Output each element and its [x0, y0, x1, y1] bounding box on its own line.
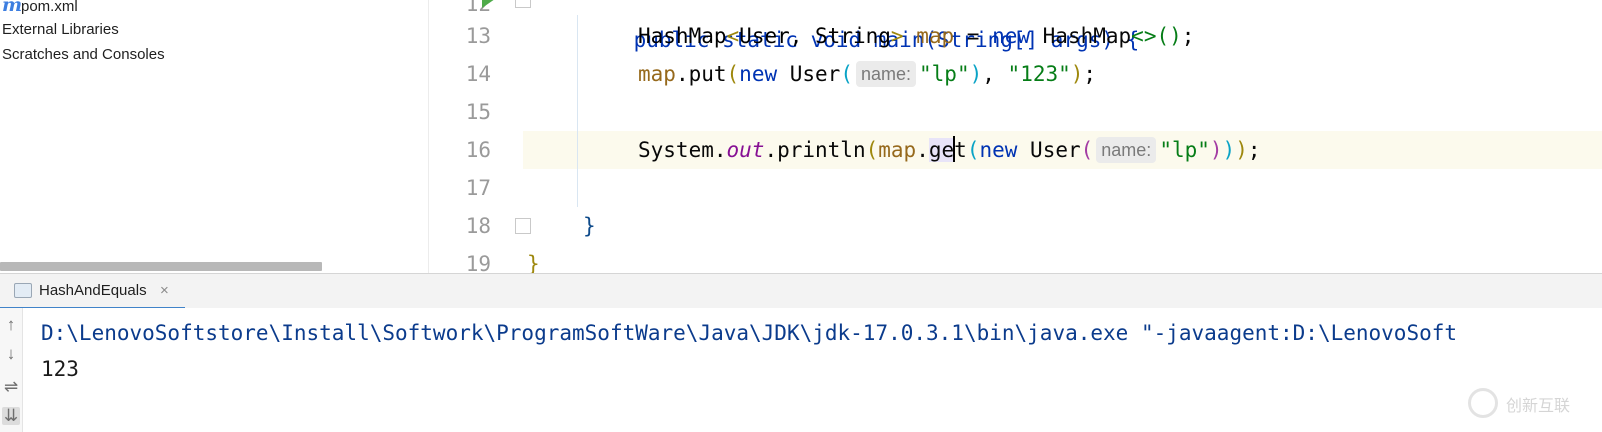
code-token: map — [638, 62, 676, 86]
watermark: 创新互联 — [1468, 386, 1598, 420]
code-token: ) — [1209, 138, 1223, 162]
code-token: , — [982, 62, 1008, 86]
code-token: User — [1017, 138, 1081, 162]
line-number: 16 — [465, 138, 491, 162]
line-number: 17 — [465, 176, 491, 200]
code-token: ) — [1235, 138, 1248, 162]
run-gutter-icon[interactable] — [482, 0, 495, 8]
watermark-logo-icon — [1468, 388, 1498, 418]
horizontal-scrollbar[interactable] — [0, 262, 322, 271]
console-command-line: D:\LenovoSoftstore\Install\Softwork\Prog… — [41, 321, 1458, 345]
tree-item-label: External Libraries — [2, 21, 119, 38]
code-token: ge — [928, 138, 955, 162]
scroll-to-end-icon[interactable]: ⇊ — [2, 407, 20, 425]
code-token: < — [726, 24, 740, 48]
run-toolbar: ↑ ↓ ⇌ ⇊ — [0, 308, 23, 432]
code-token: ) — [969, 62, 983, 86]
console-program-output: 123 — [41, 357, 79, 381]
code-token: "123" — [1007, 62, 1071, 86]
code-token: ( — [966, 138, 980, 162]
code-token: ( — [1080, 138, 1094, 162]
code-token: new — [739, 62, 778, 86]
code-token: HashMap — [1030, 24, 1132, 48]
line-number: 18 — [465, 214, 491, 238]
code-token: ( — [865, 138, 879, 162]
code-token: .println — [764, 138, 866, 162]
arrow-up-icon[interactable]: ↑ — [2, 316, 20, 334]
close-icon[interactable]: × — [160, 274, 169, 307]
tree-item-external-libraries[interactable]: External Libraries — [2, 19, 119, 41]
code-line-14: map.put(new User(name: "lp"), "123"); — [523, 55, 1602, 93]
arrow-down-icon[interactable]: ↓ — [2, 345, 20, 363]
line-number: 19 — [465, 252, 491, 273]
tree-item-label: pom.xml — [21, 0, 78, 15]
code-token: } — [527, 252, 540, 273]
code-token: ( — [726, 62, 740, 86]
code-line-13: HashMap<User, String> map = new HashMap<… — [523, 17, 1602, 55]
code-token: HashMap — [638, 24, 727, 48]
code-token: System. — [638, 138, 727, 162]
code-token: <> — [1131, 24, 1157, 48]
code-token: new — [992, 24, 1031, 48]
code-token: () — [1156, 24, 1182, 48]
code-token: ; — [1083, 62, 1097, 86]
code-token: > — [890, 24, 904, 48]
maven-icon: m — [2, 0, 23, 16]
code-token: User — [777, 62, 841, 86]
tab-hash-and-equals[interactable]: HashAndEquals × — [0, 274, 185, 310]
tree-item-scratches-and-consoles[interactable]: Scratches and Consoles — [2, 44, 165, 66]
line-number: 15 — [465, 100, 491, 124]
parameter-hint: name: — [1096, 137, 1157, 163]
code-token: = — [954, 24, 993, 48]
code-token: ; — [1181, 24, 1195, 48]
code-token: User, String — [739, 24, 891, 48]
code-token: ; — [1247, 138, 1261, 162]
code-line-18: } — [523, 207, 1602, 245]
code-editor[interactable]: 12 13 14 15 16 17 18 19 public static vo… — [429, 0, 1602, 273]
console-icon — [14, 283, 32, 298]
tree-item-pom-xml[interactable]: mpom.xml — [2, 0, 78, 16]
editor-gutter: 12 13 14 15 16 17 18 19 — [429, 0, 531, 273]
code-token: ) — [1070, 62, 1084, 86]
tab-label: HashAndEquals — [39, 282, 147, 299]
code-token: ) — [1222, 138, 1236, 162]
code-token: new — [979, 138, 1018, 162]
soft-wrap-icon[interactable]: ⇌ — [2, 378, 20, 396]
tree-item-label: Scratches and Consoles — [2, 46, 165, 63]
project-tree: mpom.xml External Libraries Scratches an… — [0, 0, 428, 273]
code-token: } — [583, 214, 596, 238]
console-output[interactable]: D:\LenovoSoftstore\Install\Softwork\Prog… — [23, 308, 1602, 432]
code-token: . — [916, 138, 929, 162]
code-token: map — [916, 24, 955, 48]
code-line-19: } — [523, 245, 1602, 273]
watermark-text: 创新互联 — [1506, 398, 1571, 415]
code-token: "lp" — [1159, 138, 1210, 162]
line-number: 14 — [465, 62, 491, 86]
line-number: 13 — [465, 24, 491, 48]
code-token: "lp" — [919, 62, 970, 86]
indent-guide — [577, 15, 578, 207]
code-line-16: System.out.println(map.get(new User(name… — [523, 131, 1602, 169]
code-token: map — [878, 138, 917, 162]
code-token: ( — [840, 62, 853, 86]
run-tool-window-tabs: HashAndEquals × — [0, 273, 1602, 310]
code-token: out — [726, 138, 765, 162]
code-token: .put — [675, 62, 727, 86]
code-token: t — [954, 138, 967, 162]
parameter-hint: name: — [855, 61, 917, 87]
